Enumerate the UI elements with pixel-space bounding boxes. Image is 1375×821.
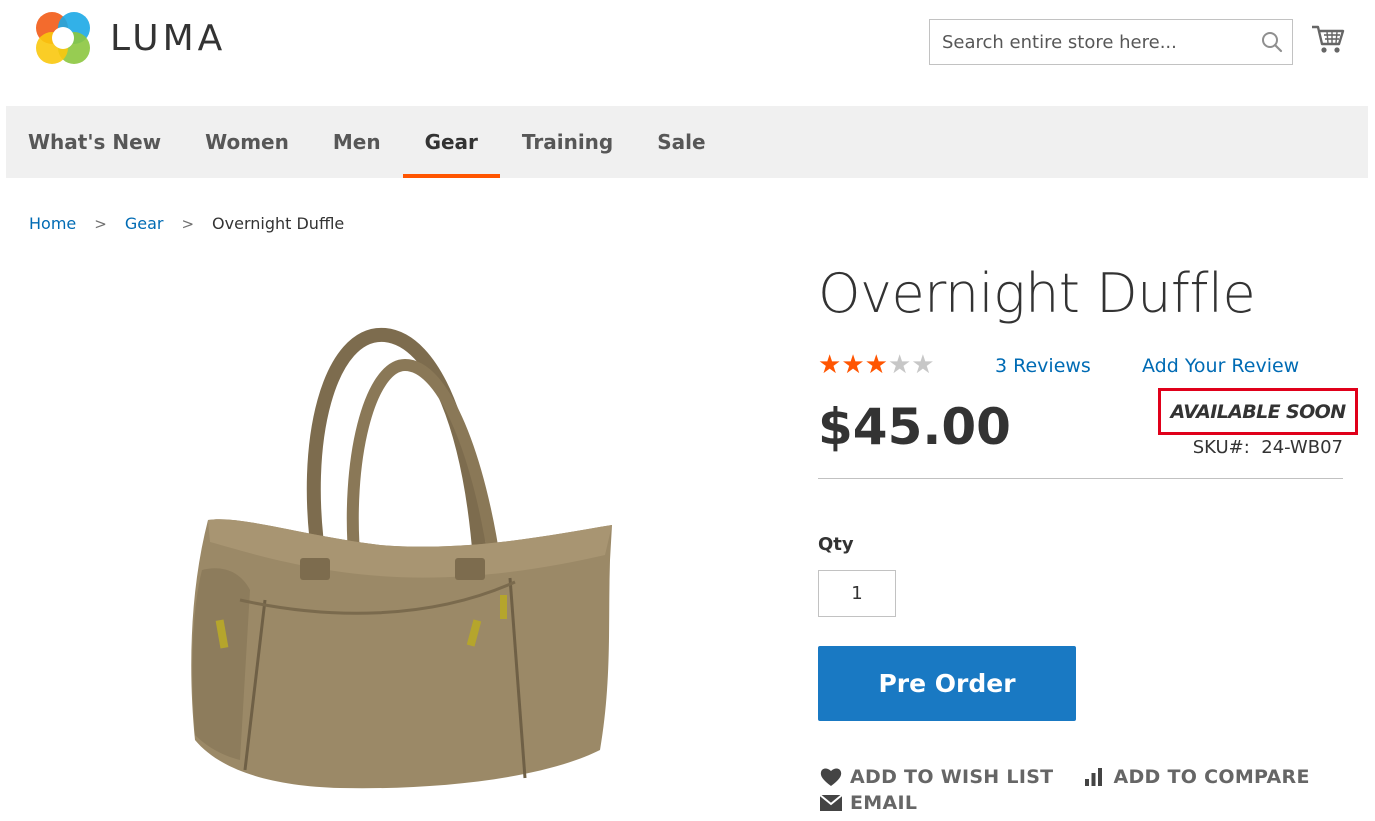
chevron-right-icon: > <box>181 214 195 233</box>
add-review-link[interactable]: Add Your Review <box>1142 355 1299 377</box>
wishlist-label: ADD TO WISH LIST <box>850 766 1054 788</box>
product-actions: ADD TO WISH LIST ADD TO COMPARE EMAIL <box>820 766 1340 815</box>
luma-logo-icon <box>36 12 90 64</box>
nav-item-whats-new[interactable]: What's New <box>6 106 183 178</box>
sku-value: 24-WB07 <box>1261 437 1343 458</box>
add-to-wishlist-link[interactable]: ADD TO WISH LIST <box>820 766 1053 788</box>
star-icon: ★ <box>841 350 865 380</box>
qty-label: Qty <box>818 534 854 555</box>
add-to-compare-link[interactable]: ADD TO COMPARE <box>1083 766 1309 788</box>
pre-order-button[interactable]: Pre Order <box>818 646 1076 721</box>
heart-icon <box>820 768 842 786</box>
stock-status-badge: AVAILABLE SOON <box>1158 388 1358 435</box>
compare-label: ADD TO COMPARE <box>1113 766 1310 788</box>
reviews-link[interactable]: 3 Reviews <box>995 355 1091 377</box>
envelope-icon <box>820 795 842 811</box>
qty-input[interactable] <box>818 570 896 617</box>
star-icon: ★ <box>818 350 842 380</box>
cart-icon[interactable] <box>1310 22 1346 56</box>
stock-status: AVAILABLE SOON <box>1170 400 1346 423</box>
bar-chart-icon <box>1085 768 1103 786</box>
nav-item-training[interactable]: Training <box>500 106 635 178</box>
nav-item-women[interactable]: Women <box>183 106 311 178</box>
product-sku: SKU#: 24-WB07 <box>1193 437 1343 458</box>
breadcrumb: Home > Gear > Overnight Duffle <box>29 214 344 233</box>
chevron-right-icon: > <box>94 214 107 233</box>
email-link[interactable]: EMAIL <box>820 792 917 814</box>
product-price: $45.00 <box>818 398 1011 456</box>
main-nav: What's New Women Men Gear Training Sale <box>6 106 1368 178</box>
search-input[interactable] <box>930 20 1252 64</box>
search-icon[interactable] <box>1252 20 1292 64</box>
rating-summary: ★ ★ ★ ★ ★ <box>818 352 935 378</box>
divider <box>818 478 1343 479</box>
breadcrumb-current: Overnight Duffle <box>212 214 345 233</box>
breadcrumb-gear[interactable]: Gear <box>125 214 164 233</box>
nav-item-men[interactable]: Men <box>311 106 403 178</box>
logo-text: LUMA <box>110 17 227 59</box>
star-icon: ★ <box>911 350 935 380</box>
product-image[interactable] <box>180 320 630 800</box>
duffle-bag-image <box>191 327 613 789</box>
breadcrumb-home[interactable]: Home <box>29 214 76 233</box>
nav-item-sale[interactable]: Sale <box>635 106 727 178</box>
product-title: Overnight Duffle <box>818 262 1256 325</box>
sku-label: SKU#: <box>1192 437 1250 458</box>
star-icon: ★ <box>887 350 912 380</box>
rating-stars: ★ ★ ★ ★ ★ <box>818 352 935 378</box>
nav-item-gear[interactable]: Gear <box>402 106 501 178</box>
search-box[interactable] <box>929 19 1293 65</box>
email-label: EMAIL <box>850 792 918 814</box>
star-icon: ★ <box>864 350 888 380</box>
logo[interactable]: LUMA <box>30 6 226 70</box>
